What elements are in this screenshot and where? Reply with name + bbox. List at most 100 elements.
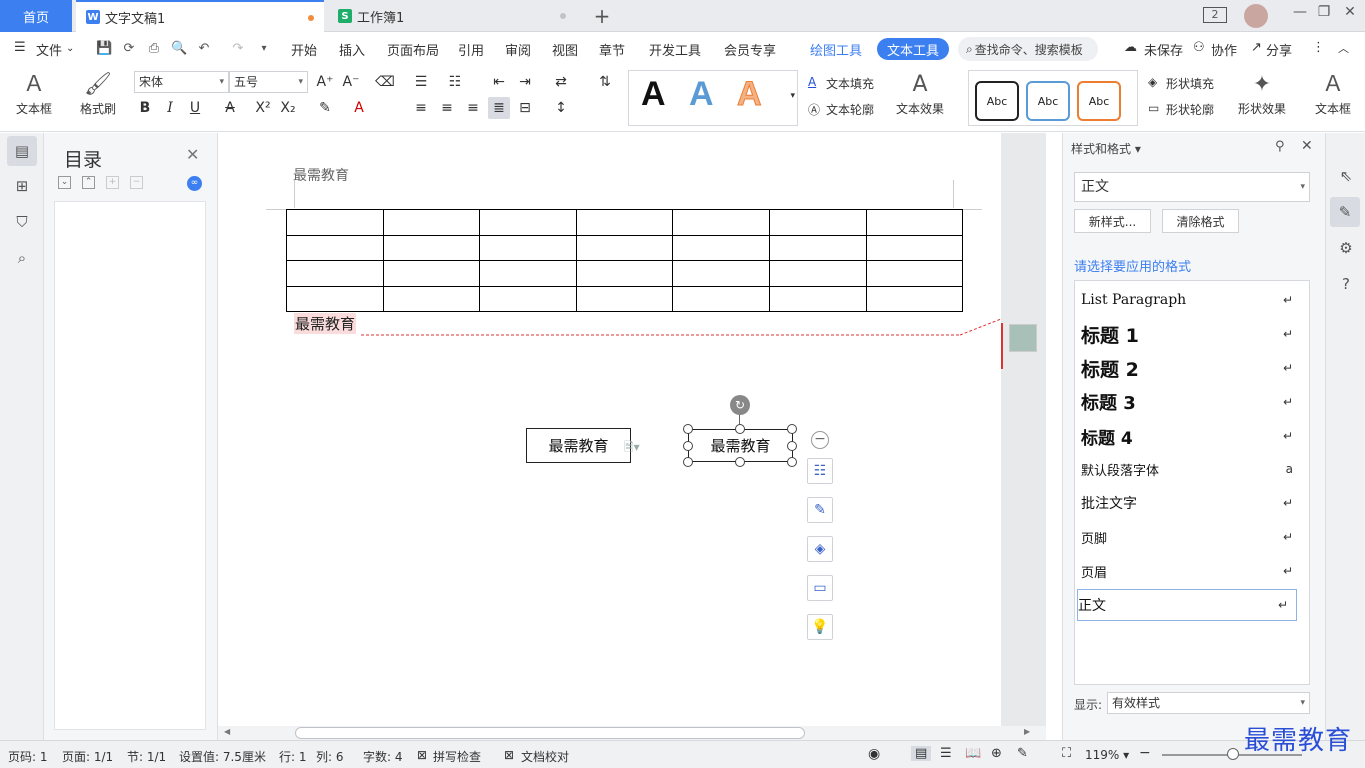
style-item[interactable]: 页眉 ↵	[1081, 555, 1301, 587]
numbered-list-icon[interactable]: ☷	[444, 71, 466, 93]
find-icon[interactable]: ⌕	[11, 247, 33, 269]
resize-handle-b[interactable]	[735, 457, 745, 467]
chapter-nav-icon[interactable]: ⊞	[11, 175, 33, 197]
style-item[interactable]: 正文 ↵	[1077, 589, 1297, 621]
distributed-icon[interactable]: ⊟	[514, 97, 536, 119]
style-item[interactable]: 标题 3 ↵	[1081, 386, 1301, 418]
text-style-black[interactable]: A	[641, 75, 666, 114]
command-search[interactable]: ⌕ 查找命令、搜索模板	[958, 37, 1098, 61]
float-tips-icon[interactable]: 💡	[807, 614, 833, 640]
text-direction-icon[interactable]: ⇄	[550, 71, 572, 93]
eye-protect-icon[interactable]: ◉	[868, 746, 880, 762]
redo-icon[interactable]: ↷	[230, 41, 246, 57]
toc-expand-icon[interactable]: ⌄	[58, 176, 71, 189]
tab-home[interactable]: 首页	[0, 0, 72, 32]
strikethrough-icon[interactable]: A	[219, 97, 241, 119]
underline-icon[interactable]: U	[184, 97, 206, 119]
new-tab-plus-icon[interactable]: +	[592, 4, 612, 28]
shrink-font-icon[interactable]: A⁻	[340, 71, 362, 93]
bullet-list-icon[interactable]: ☰	[410, 71, 432, 93]
italic-icon[interactable]: I	[159, 97, 181, 119]
align-right-icon[interactable]: ≡	[462, 97, 484, 119]
shape-style-black[interactable]: Abc	[975, 81, 1019, 121]
menu-references[interactable]: 引用	[458, 40, 484, 59]
help-icon[interactable]: ?	[1335, 273, 1357, 295]
shape-outline-button[interactable]: 形状轮廓	[1166, 101, 1214, 118]
current-style-select[interactable]: 正文	[1074, 172, 1310, 202]
status-section[interactable]: 节: 1/1	[127, 748, 166, 765]
spell-check-button[interactable]: 拼写检查	[433, 748, 481, 765]
menu-text-tools[interactable]: 文本工具	[877, 38, 949, 60]
bold-icon[interactable]: B	[134, 97, 156, 119]
resize-handle-t[interactable]	[735, 424, 745, 434]
menu-member[interactable]: 会员专享	[724, 40, 776, 59]
comment-avatar[interactable]	[1009, 324, 1037, 352]
font-size-select[interactable]: 五号	[229, 71, 308, 93]
print-preview-icon[interactable]: 🔍	[171, 41, 187, 57]
align-center-icon[interactable]: ≡	[436, 97, 458, 119]
hamburger-icon[interactable]: ☰	[14, 40, 26, 55]
style-item[interactable]: 标题 1 ↵	[1081, 318, 1301, 350]
page-view-icon[interactable]: ▤	[911, 746, 932, 761]
write-view-icon[interactable]: ✎	[1017, 746, 1028, 761]
eraser-icon[interactable]: ⌫	[374, 71, 396, 93]
toc-smart-icon[interactable]: ∞	[187, 176, 202, 191]
status-column[interactable]: 列: 6	[316, 748, 344, 765]
textbox-button[interactable]: Ａ 文本框	[8, 70, 60, 117]
resize-handle-bl[interactable]	[683, 457, 693, 467]
text-style-blue[interactable]: A	[689, 75, 714, 114]
text-style-orange[interactable]: A	[737, 75, 763, 114]
resize-handle-br[interactable]	[787, 457, 797, 467]
status-page-number[interactable]: 页码: 1	[8, 748, 48, 765]
toc-close-icon[interactable]: ✕	[186, 145, 199, 164]
adjust-sliders-icon[interactable]: ⚙	[1335, 237, 1357, 259]
layout-options-icon[interactable]: 🗎▾	[624, 438, 640, 459]
status-word-count[interactable]: 字数: 4	[363, 748, 403, 765]
more-options-icon[interactable]: ⋮	[1312, 40, 1325, 55]
outline-view-status-icon[interactable]: ☰	[940, 746, 952, 761]
menu-page-layout[interactable]: 页面布局	[387, 40, 439, 59]
resize-handle-tl[interactable]	[683, 424, 693, 434]
styles-pen-icon[interactable]: ✎	[1330, 197, 1360, 227]
print-icon[interactable]: ⎙	[146, 41, 162, 57]
horizontal-scrollbar[interactable]: ◀ ▶	[218, 726, 1046, 740]
rotate-handle-icon[interactable]: ↻	[730, 395, 750, 415]
superscript-icon[interactable]: X²	[252, 97, 274, 119]
menu-section[interactable]: 章节	[599, 40, 625, 59]
ribbon-collapse-icon[interactable]: ︿	[1338, 40, 1349, 56]
float-fill-icon[interactable]: ◈	[807, 536, 833, 562]
file-chevron-down-icon[interactable]: ⌄	[66, 43, 74, 54]
user-avatar[interactable]	[1244, 4, 1268, 28]
gallery-more-icon[interactable]: ▾	[790, 91, 795, 101]
quick-access-more-icon[interactable]: ▾	[256, 41, 272, 57]
font-name-select[interactable]: 宋体	[134, 71, 229, 93]
justify-icon[interactable]: ≣	[488, 97, 510, 119]
text-fill-button[interactable]: 文本填充	[826, 75, 874, 92]
shape-effect-button[interactable]: ✦ 形状效果	[1232, 70, 1292, 117]
format-painter-button[interactable]: 🖌 格式刷	[74, 70, 122, 117]
collapse-float-icon[interactable]: −	[811, 431, 829, 449]
style-item[interactable]: 页脚 ↵	[1081, 521, 1301, 553]
textbox-1[interactable]: 最需教育	[526, 428, 631, 463]
status-row[interactable]: 行: 1	[279, 748, 307, 765]
toc-add-icon[interactable]: +	[106, 176, 119, 189]
proofread-button[interactable]: 文档校对	[521, 748, 569, 765]
outline-view-icon[interactable]: ▤	[7, 136, 37, 166]
style-item[interactable]: 标题 2 ↵	[1081, 352, 1301, 384]
save-icon[interactable]: 💾	[96, 41, 112, 57]
tab-spreadsheet[interactable]: S 工作簿1	[328, 0, 576, 32]
close-window-icon[interactable]: ✕	[1336, 4, 1364, 28]
style-item[interactable]: 标题 4 ↵	[1081, 420, 1301, 452]
status-pages[interactable]: 页面: 1/1	[62, 748, 113, 765]
shape-style-orange[interactable]: Abc	[1077, 81, 1121, 121]
line-spacing-icon[interactable]: ↕	[550, 97, 572, 119]
reading-view-icon[interactable]: 📖	[965, 746, 981, 761]
scroll-right-icon[interactable]: ▶	[1024, 727, 1030, 736]
styles-close-icon[interactable]: ✕	[1301, 138, 1313, 154]
window-count-badge[interactable]: 2	[1203, 7, 1227, 23]
resize-handle-l[interactable]	[683, 441, 693, 451]
increase-indent-icon[interactable]: ⇥	[514, 71, 536, 93]
float-style-icon[interactable]: ✎	[807, 497, 833, 523]
show-filter-select[interactable]: 有效样式	[1107, 692, 1310, 714]
toc-remove-icon[interactable]: −	[130, 176, 143, 189]
